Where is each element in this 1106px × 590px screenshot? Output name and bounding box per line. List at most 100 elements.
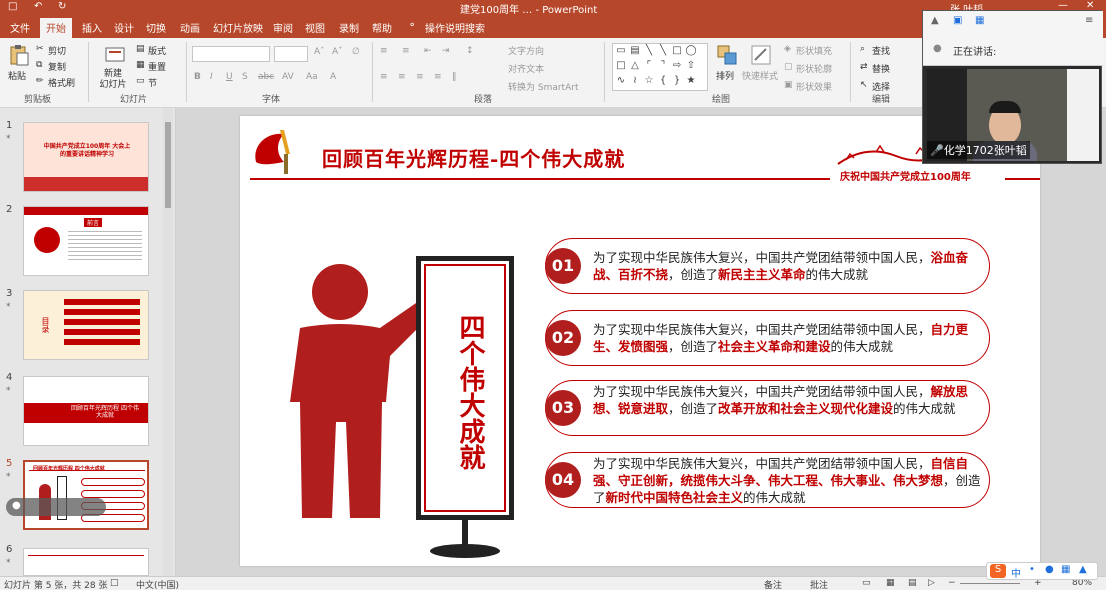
columns-icon[interactable]: ‖ bbox=[452, 72, 457, 82]
paste-icon[interactable] bbox=[8, 44, 30, 66]
numbering-icon[interactable]: ≡ bbox=[402, 46, 410, 56]
notes-button[interactable]: 备注 bbox=[764, 578, 782, 590]
decrease-indent-icon[interactable]: ⇤ bbox=[424, 46, 432, 56]
paste-button[interactable]: 粘贴 bbox=[8, 69, 26, 82]
font-name-combo[interactable] bbox=[192, 46, 270, 62]
shape-rect-icon[interactable]: □ bbox=[671, 45, 683, 56]
shape-fill-button[interactable]: 形状填充 bbox=[796, 44, 832, 57]
line-spacing-icon[interactable]: ↕ bbox=[466, 46, 474, 56]
shape-arrow-icon[interactable]: ⇧ bbox=[685, 60, 697, 71]
bold-icon[interactable]: B bbox=[194, 72, 201, 82]
smartart-button[interactable]: 转换为 SmartArt bbox=[508, 80, 578, 93]
shape-oval-icon[interactable]: ◯ bbox=[685, 45, 697, 56]
window-icon[interactable]: ▣ bbox=[953, 15, 962, 26]
shape-arrow-icon[interactable]: ⇨ bbox=[671, 60, 683, 71]
arrange-icon[interactable] bbox=[716, 44, 738, 66]
language-status[interactable]: 中文(中国) bbox=[136, 578, 179, 590]
align-right-icon[interactable]: ≡ bbox=[416, 72, 424, 82]
arrange-button[interactable]: 排列 bbox=[716, 69, 734, 82]
slide-thumbnail-6[interactable] bbox=[23, 548, 149, 576]
tab-file[interactable]: 文件 bbox=[10, 20, 30, 35]
scrollbar-thumb[interactable] bbox=[165, 122, 171, 208]
achievement-item-2[interactable]: 02 为了实现中华民族伟大复兴，中国共产党团结带领中国人民，自力更生、发愤图强，… bbox=[545, 310, 990, 366]
tab-view[interactable]: 视图 bbox=[305, 20, 325, 35]
thumbnails-scrollbar[interactable] bbox=[163, 108, 173, 576]
select-icon[interactable]: ↖ bbox=[860, 80, 868, 90]
tab-review[interactable]: 审阅 bbox=[273, 20, 293, 35]
shape-outline-icon[interactable]: ▢ bbox=[784, 62, 793, 72]
layout-button[interactable]: 版式 bbox=[148, 44, 166, 57]
shape-outline-button[interactable]: 形状轮廓 bbox=[796, 62, 832, 75]
shape-line-icon[interactable]: ╲ bbox=[643, 45, 655, 56]
comments-button[interactable]: 批注 bbox=[810, 578, 828, 590]
shape-star-icon[interactable]: ☆ bbox=[643, 75, 655, 86]
shape-brace-icon[interactable]: } bbox=[671, 75, 683, 86]
reading-view-icon[interactable]: ▤ bbox=[908, 578, 917, 588]
tab-design[interactable]: 设计 bbox=[114, 20, 134, 35]
quick-styles-icon[interactable] bbox=[750, 44, 772, 66]
tab-transitions[interactable]: 切换 bbox=[146, 20, 166, 35]
shadow-icon[interactable]: S bbox=[242, 72, 248, 82]
spellcheck-icon[interactable]: □ bbox=[110, 578, 119, 588]
copy-icon[interactable]: ⧉ bbox=[36, 60, 42, 70]
find-icon[interactable]: ⌕ bbox=[860, 44, 865, 54]
ime-logo-icon[interactable]: S bbox=[990, 564, 1006, 578]
format-painter-button[interactable]: 格式刷 bbox=[48, 76, 75, 89]
replace-button[interactable]: 替换 bbox=[872, 62, 890, 75]
increase-indent-icon[interactable]: ⇥ bbox=[442, 46, 450, 56]
justify-icon[interactable]: ≡ bbox=[434, 72, 442, 82]
floating-toolbar[interactable]: ● bbox=[6, 498, 106, 516]
tab-record[interactable]: 录制 bbox=[339, 20, 359, 35]
shrink-font-icon[interactable]: Aˇ bbox=[332, 47, 343, 57]
redo-icon[interactable]: ↻ bbox=[58, 1, 66, 12]
punctuation-icon[interactable]: • bbox=[1029, 564, 1035, 575]
banner-stand[interactable]: 四个伟大成就 bbox=[416, 256, 514, 520]
new-slide-button[interactable]: 新建 幻灯片 bbox=[96, 69, 130, 91]
slide-thumbnail-4[interactable]: 回顾百年光辉历程 四个伟大成就 bbox=[23, 376, 149, 446]
grid-icon[interactable]: ▦ bbox=[975, 15, 984, 26]
shape-triangle-icon[interactable]: △ bbox=[629, 60, 641, 71]
shape-star-icon[interactable]: ★ bbox=[685, 75, 697, 86]
ime-toolbar[interactable]: S 中 • ● ▦ ▲ bbox=[986, 562, 1098, 580]
achievement-item-3[interactable]: 03 为了实现中华民族伟大复兴，中国共产党团结带领中国人民，解放思想、锐意进取，… bbox=[545, 380, 990, 436]
slide[interactable]: 回顾百年光辉历程-四个伟大成就 庆祝中国共产党成立100周年 四个伟大成就 01… bbox=[240, 116, 1040, 566]
slide-thumbnail-1[interactable]: 中国共产党成立100周年 大会上的重要讲话精神学习 bbox=[23, 122, 149, 192]
menu-icon[interactable]: ≡ bbox=[1085, 15, 1093, 26]
font-size-combo[interactable] bbox=[274, 46, 308, 62]
normal-view-icon[interactable]: ▭ bbox=[862, 578, 871, 588]
new-slide-icon[interactable] bbox=[104, 44, 126, 66]
save-icon[interactable]: □ bbox=[8, 1, 17, 12]
slide-thumbnail-3[interactable]: 目录 bbox=[23, 290, 149, 360]
reset-icon[interactable]: ▦ bbox=[136, 60, 145, 70]
shape-curve-icon[interactable]: ∿ bbox=[615, 75, 627, 86]
chat-icon[interactable]: ● bbox=[12, 500, 21, 511]
slide-subtitle[interactable]: 庆祝中国共产党成立100周年 bbox=[840, 168, 971, 183]
shape-effects-icon[interactable]: ▣ bbox=[784, 80, 793, 90]
shape-line-icon[interactable]: ╲ bbox=[657, 45, 669, 56]
skin-icon[interactable]: ▲ bbox=[1079, 564, 1087, 575]
italic-icon[interactable]: I bbox=[210, 72, 213, 82]
shape-connector-icon[interactable]: ⌝ bbox=[657, 60, 669, 71]
undo-icon[interactable]: ↶ bbox=[34, 1, 42, 12]
cut-button[interactable]: 剪切 bbox=[48, 44, 66, 57]
underline-icon[interactable]: U bbox=[226, 72, 233, 82]
change-case-icon[interactable]: Aa bbox=[306, 72, 318, 82]
zoom-out-icon[interactable]: − bbox=[948, 578, 956, 588]
text-direction-button[interactable]: 文字方向 bbox=[508, 44, 544, 57]
section-icon[interactable]: ▭ bbox=[136, 76, 145, 86]
bullets-icon[interactable]: ≡ bbox=[380, 46, 388, 56]
shape-effects-button[interactable]: 形状效果 bbox=[796, 80, 832, 93]
tab-insert[interactable]: 插入 bbox=[82, 20, 102, 35]
grow-font-icon[interactable]: Aˆ bbox=[314, 47, 325, 57]
find-button[interactable]: 查找 bbox=[872, 44, 890, 57]
shape-textbox-icon[interactable]: ▤ bbox=[629, 45, 641, 56]
reset-button[interactable]: 重置 bbox=[148, 60, 166, 73]
tell-me-search[interactable]: 操作说明搜索 bbox=[425, 20, 485, 35]
video-call-panel[interactable]: ▲ ▣ ▦ ≡ ● 正在讲话: 🎤化学1702张叶韬 bbox=[922, 10, 1103, 164]
replace-icon[interactable]: ⇄ bbox=[860, 62, 868, 72]
ime-mode-icon[interactable]: 中 bbox=[1011, 565, 1021, 580]
format-painter-icon[interactable]: ✏ bbox=[36, 76, 44, 86]
slideshow-view-icon[interactable]: ▷ bbox=[928, 578, 935, 588]
shapes-gallery[interactable]: ▭ ▤ ╲ ╲ □ ◯ □ △ ⌜ ⌝ ⇨ ⇧ ∿ ≀ ☆ { } ★ bbox=[612, 43, 708, 91]
zoom-slider[interactable] bbox=[960, 583, 1020, 584]
